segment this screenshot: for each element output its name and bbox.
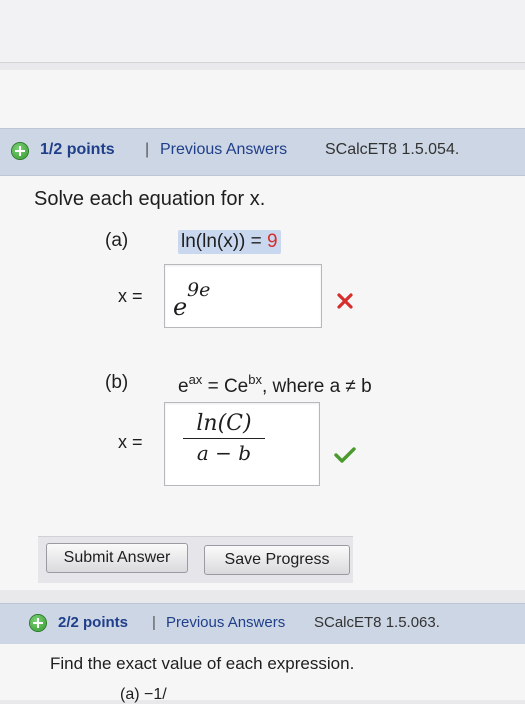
part-a-equation: ln(ln(x)) = 9: [178, 230, 281, 254]
points-score: 1/2 points: [40, 141, 115, 158]
previous-answers-link-2[interactable]: Previous Answers: [166, 614, 285, 631]
save-progress-button[interactable]: Save Progress: [204, 545, 350, 575]
part-b-equation: eax = Cebx, where a ≠ b: [178, 372, 372, 398]
expand-plus-icon-2[interactable]: [30, 615, 46, 631]
part-a-x-label: x =: [118, 286, 143, 306]
incorrect-cross-icon: [337, 293, 353, 309]
part-a-answer-box[interactable]: e 9e: [164, 264, 322, 328]
question-2-partial-text: (a) −1/: [120, 686, 167, 703]
previous-question-panel: [0, 0, 525, 63]
submit-answer-button[interactable]: Submit Answer: [46, 543, 188, 573]
part-b-x-label: x =: [118, 432, 143, 452]
answer-exponent: 9e: [187, 279, 211, 301]
fraction-numerator: ln(C): [196, 411, 252, 436]
header-separator-2: |: [152, 614, 156, 631]
eq-middle: = Ce: [202, 376, 249, 397]
part-b-answer-box[interactable]: ln(C) a − b: [164, 402, 320, 486]
question-2-prompt: Find the exact value of each expression.: [50, 654, 355, 673]
question-code: SCalcET8 1.5.054.: [325, 141, 460, 158]
question-prompt: Solve each equation for x.: [34, 188, 266, 210]
correct-check-icon: [334, 447, 356, 463]
part-a-label: (a): [105, 230, 129, 251]
eq-exponent-ax: ax: [188, 372, 203, 387]
answer-fraction: ln(C) a − b: [183, 411, 265, 465]
answer-base: e: [173, 293, 188, 321]
eq-e1: e: [178, 376, 189, 397]
part-a-equation-lhs: ln(ln(x)) =: [181, 231, 268, 252]
part-b-label: (b): [105, 372, 129, 393]
question-code-2: SCalcET8 1.5.063.: [314, 614, 440, 631]
eq-exponent-bx: bx: [248, 372, 262, 387]
eq-condition: , where a ≠ b: [262, 376, 372, 397]
fraction-bar: [183, 438, 265, 439]
expand-plus-icon[interactable]: [12, 143, 28, 159]
part-a-equation-rhs: 9: [267, 231, 278, 252]
points-score-2: 2/2 points: [58, 614, 129, 631]
previous-answers-link[interactable]: Previous Answers: [160, 141, 287, 159]
header-separator: |: [145, 141, 150, 158]
fraction-denominator: a − b: [196, 441, 252, 465]
